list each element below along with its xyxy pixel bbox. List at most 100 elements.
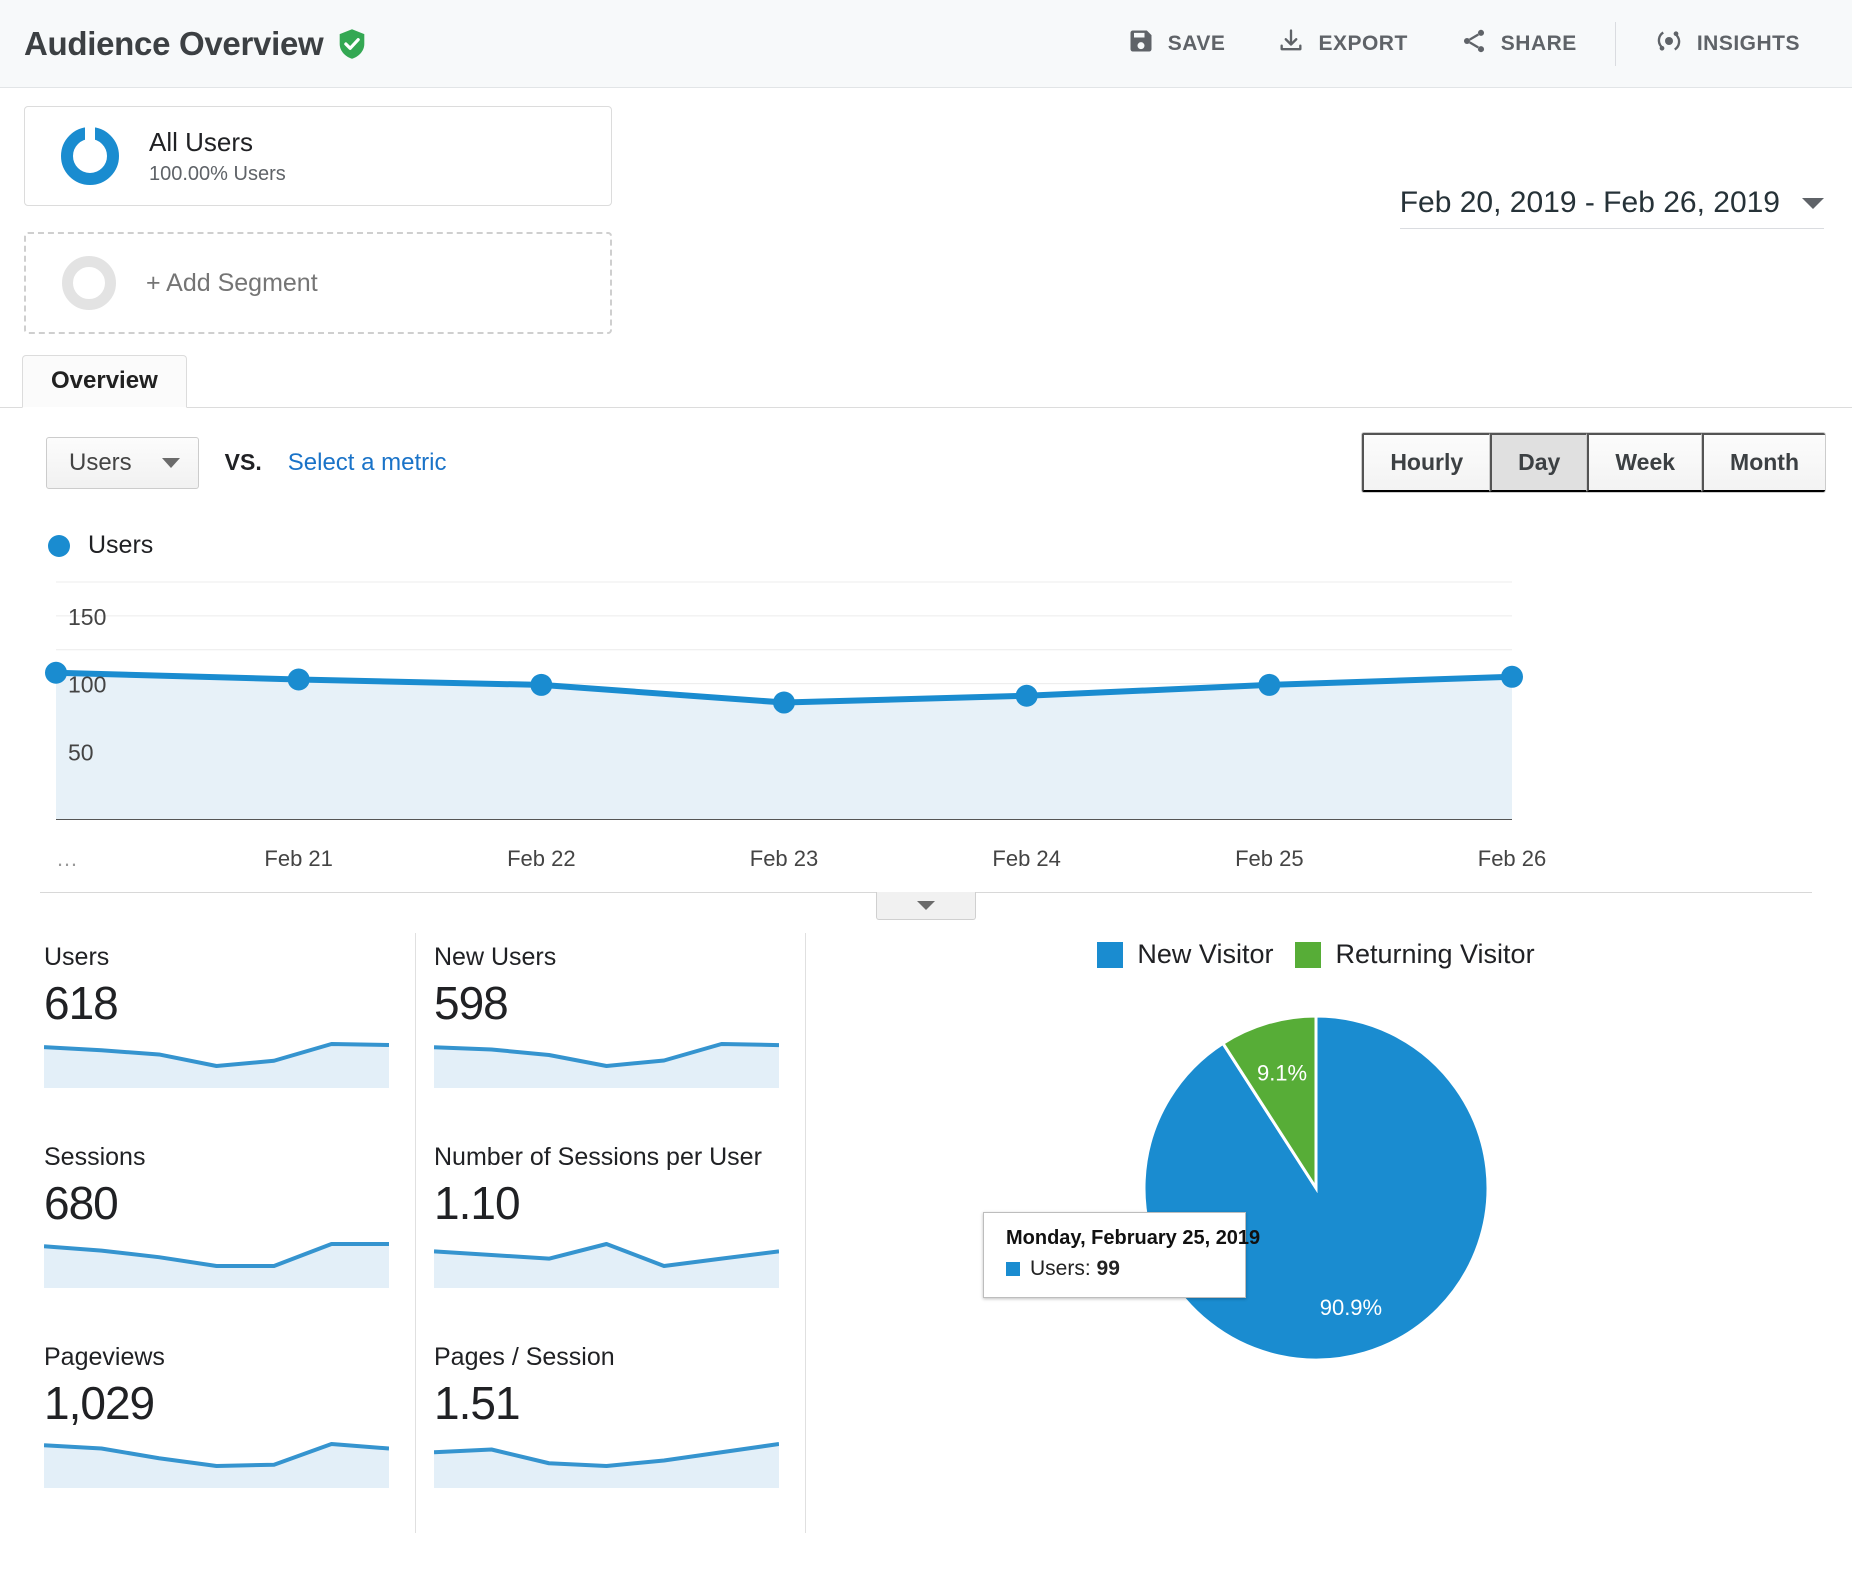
export-button[interactable]: EXPORT (1251, 20, 1433, 68)
select-a-metric-link[interactable]: Select a metric (288, 449, 447, 477)
metric-card[interactable]: Users 618 (26, 933, 416, 1133)
metric-sparkline (434, 1042, 779, 1088)
x-axis-tick: Feb 25 (1235, 846, 1304, 871)
visitor-pie-chart[interactable]: 90.9% 9.1% (1106, 992, 1526, 1392)
share-button[interactable]: SHARE (1434, 20, 1603, 68)
segment-donut-icon (61, 127, 119, 185)
save-label: SAVE (1167, 31, 1226, 55)
metric-select-value: Users (69, 448, 132, 476)
legend-swatch-icon (1295, 941, 1322, 968)
x-axis-tick: Feb 21 (264, 846, 333, 871)
save-icon (1127, 27, 1155, 61)
segment-text: All Users 100.00% Users (149, 126, 286, 187)
pie-slice-label: 90.9% (1320, 1295, 1382, 1320)
metric-card-label: Number of Sessions per User (434, 1143, 762, 1171)
insights-label: INSIGHTS (1696, 31, 1800, 55)
x-axis-tick: Feb 26 (1477, 846, 1547, 871)
insights-icon (1654, 26, 1684, 62)
date-range-selector[interactable]: Feb 20, 2019 - Feb 26, 2019 (1399, 186, 1824, 229)
metric-card-value: 598 (434, 977, 509, 1029)
add-segment-label: + Add Segment (146, 268, 318, 297)
users-line-chart[interactable]: 150 100 50 (26, 574, 1826, 844)
pie-slice-label: 9.1% (1257, 1060, 1307, 1085)
metric-bar: Users VS. Select a metric Hourly Day Wee… (0, 408, 1852, 493)
legend-swatch-icon (1097, 941, 1124, 968)
page-title: Audience Overview (24, 24, 324, 62)
line-chart-legend: Users (0, 493, 1852, 560)
app-header: Audience Overview SAVE EXPORT SHARE INSI… (0, 0, 1852, 88)
chart-divider (40, 892, 1812, 920)
x-axis-tick: Feb 23 (749, 846, 819, 871)
pie-legend-label-new: New Visitor (1137, 939, 1274, 969)
metric-card-row: Sessions 680 Number of Sessions per User 1.… (26, 1133, 806, 1333)
bottom-section: Users 618 New Users 598 Sessions 680 Number of… (0, 893, 1852, 1533)
tooltip-swatch-icon (1006, 1262, 1020, 1276)
metric-card[interactable]: New Users 598 (416, 933, 806, 1133)
download-icon (1277, 27, 1305, 61)
granularity-day[interactable]: Day (1490, 433, 1588, 492)
collapse-chart-handle[interactable] (876, 892, 976, 920)
svg-text:100: 100 (68, 672, 106, 698)
metric-card-label: Pages / Session (434, 1343, 615, 1371)
insights-button[interactable]: INSIGHTS (1628, 20, 1826, 68)
segment-percentage: 100.00% Users (149, 163, 286, 186)
granularity-month[interactable]: Month (1702, 433, 1825, 492)
share-label: SHARE (1500, 31, 1577, 55)
tooltip-row: Users: 99 (1006, 1257, 1223, 1281)
pie-legend-label-returning: Returning Visitor (1335, 939, 1535, 969)
metric-card-value: 1.51 (434, 1377, 521, 1429)
metric-sparkline (434, 1242, 779, 1288)
chevron-down-icon (917, 901, 935, 910)
x-axis-tick: Feb 22 (507, 846, 576, 871)
metric-card-row: Users 618 New Users 598 (26, 933, 806, 1133)
segment-area: All Users 100.00% Users + Add Segment Fe… (0, 88, 1852, 334)
metric-card-value: 618 (44, 977, 119, 1029)
tab-overview[interactable]: Overview (22, 355, 187, 408)
metric-card[interactable]: Sessions 680 (26, 1133, 416, 1333)
metric-sparkline (44, 1242, 389, 1288)
svg-text:150: 150 (68, 604, 106, 630)
export-label: EXPORT (1318, 31, 1408, 55)
metric-card-value: 1,029 (44, 1377, 155, 1429)
metric-select-dropdown[interactable]: Users (46, 436, 199, 489)
tooltip-value: 99 (1096, 1257, 1120, 1280)
share-icon (1460, 27, 1488, 61)
pie-legend-item-returning[interactable]: Returning Visitor (1295, 939, 1535, 970)
granularity-hourly[interactable]: Hourly (1362, 433, 1491, 492)
visitor-type-chart: New Visitor Returning Visitor 90.9% 9.1% (806, 933, 1826, 1533)
tooltip-metric: Users: 99 (1030, 1257, 1120, 1281)
pie-legend-item-new[interactable]: New Visitor (1097, 939, 1273, 970)
chart-tooltip: Monday, February 25, 2019 Users: 99 (983, 1212, 1261, 1298)
segment-name: All Users (149, 126, 254, 157)
svg-text:50: 50 (68, 739, 94, 765)
chevron-down-icon (161, 457, 180, 468)
shield-check-icon (337, 28, 367, 60)
save-button[interactable]: SAVE (1101, 20, 1252, 68)
header-actions: SAVE EXPORT SHARE INSIGHTS (1101, 20, 1826, 68)
empty-donut-icon (62, 256, 116, 310)
metric-card-value: 1.10 (434, 1177, 521, 1229)
segment-all-users[interactable]: All Users 100.00% Users (24, 106, 612, 206)
tab-strip: Overview (0, 355, 1852, 408)
x-axis-tick: Feb 24 (992, 846, 1061, 871)
granularity-toggle-group: Hourly Day Week Month (1361, 432, 1826, 493)
header-divider (1614, 21, 1616, 66)
metric-sparkline (44, 1442, 389, 1488)
x-axis-labels: … Feb 21 Feb 22 Feb 23 Feb 24 Feb 25 Feb 26 (26, 846, 1826, 892)
x-axis-tick: … (56, 846, 78, 871)
granularity-week[interactable]: Week (1587, 433, 1703, 492)
tooltip-title: Monday, February 25, 2019 (1006, 1227, 1261, 1249)
metric-card[interactable]: Pageviews 1,029 (26, 1333, 416, 1533)
legend-dot-icon (48, 534, 70, 557)
metric-card-label: New Users (434, 943, 557, 971)
metric-sparkline (434, 1442, 779, 1488)
metric-card-row: Pageviews 1,029 Pages / Session 1.51 (26, 1333, 806, 1533)
metric-card-label: Pageviews (44, 1343, 165, 1371)
metric-card[interactable]: Pages / Session 1.51 (416, 1333, 806, 1533)
pie-legend: New Visitor Returning Visitor (1097, 939, 1535, 970)
add-segment-button[interactable]: + Add Segment (24, 232, 612, 334)
metric-cards-grid: Users 618 New Users 598 Sessions 680 Number of… (26, 933, 806, 1533)
metric-sparkline (44, 1042, 389, 1088)
metric-card[interactable]: Number of Sessions per User 1.10 (416, 1133, 806, 1333)
metric-card-label: Users (44, 943, 110, 971)
